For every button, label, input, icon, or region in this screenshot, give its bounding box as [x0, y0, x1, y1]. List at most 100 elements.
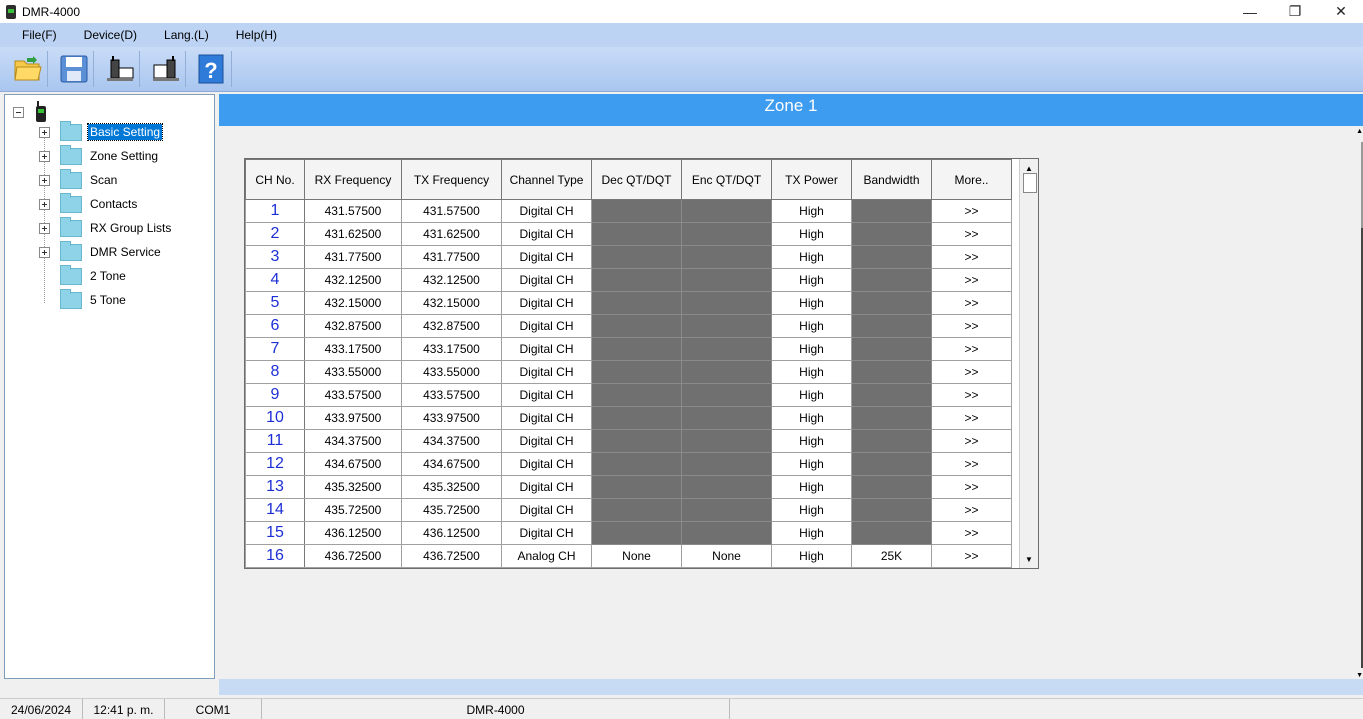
dec-qt-dqt-cell[interactable]: [591, 521, 682, 545]
more-button[interactable]: >>: [931, 199, 1012, 223]
channel-type-cell[interactable]: Digital CH: [501, 475, 592, 499]
channel-type-cell[interactable]: Digital CH: [501, 452, 592, 476]
bandwidth-cell[interactable]: [851, 475, 932, 499]
tx-power-cell[interactable]: High: [771, 245, 852, 269]
tx-frequency-cell[interactable]: 433.55000: [401, 360, 502, 384]
channel-type-cell[interactable]: Digital CH: [501, 406, 592, 430]
menu-file[interactable]: File(F): [22, 28, 57, 42]
enc-qt-dqt-cell[interactable]: [681, 406, 772, 430]
menu-lang[interactable]: Lang.(L): [164, 28, 209, 42]
rx-frequency-cell[interactable]: 436.12500: [304, 521, 402, 545]
read-radio-button[interactable]: [100, 51, 140, 87]
scroll-down-icon[interactable]: ▼: [1020, 550, 1038, 568]
rx-frequency-cell[interactable]: 431.62500: [304, 222, 402, 246]
tx-power-cell[interactable]: High: [771, 337, 852, 361]
tx-frequency-cell[interactable]: 432.12500: [401, 268, 502, 292]
dec-qt-dqt-cell[interactable]: [591, 222, 682, 246]
channel-type-cell[interactable]: Digital CH: [501, 314, 592, 338]
more-button[interactable]: >>: [931, 429, 1012, 453]
rx-frequency-cell[interactable]: 432.15000: [304, 291, 402, 315]
tx-power-cell[interactable]: High: [771, 222, 852, 246]
tx-power-cell[interactable]: High: [771, 291, 852, 315]
bandwidth-cell[interactable]: [851, 314, 932, 338]
rx-frequency-cell[interactable]: 432.12500: [304, 268, 402, 292]
bandwidth-cell[interactable]: [851, 360, 932, 384]
column-header-tx-frequency[interactable]: TX Frequency: [401, 159, 502, 200]
tree-item-scan[interactable]: Scan: [39, 168, 119, 190]
tx-frequency-cell[interactable]: 433.17500: [401, 337, 502, 361]
tx-power-cell[interactable]: High: [771, 360, 852, 384]
bandwidth-cell[interactable]: [851, 429, 932, 453]
more-button[interactable]: >>: [931, 245, 1012, 269]
expand-icon[interactable]: [39, 198, 50, 210]
enc-qt-dqt-cell[interactable]: [681, 245, 772, 269]
tree-item-basic-setting[interactable]: Basic Setting: [39, 120, 164, 142]
tx-frequency-cell[interactable]: 433.57500: [401, 383, 502, 407]
channel-type-cell[interactable]: Digital CH: [501, 383, 592, 407]
channel-type-cell[interactable]: Digital CH: [501, 268, 592, 292]
dec-qt-dqt-cell[interactable]: [591, 452, 682, 476]
tx-frequency-cell[interactable]: 436.12500: [401, 521, 502, 545]
collapse-root-icon[interactable]: [13, 106, 24, 118]
tree-item-5-tone[interactable]: 5 Tone: [39, 288, 128, 310]
column-header-rx-frequency[interactable]: RX Frequency: [304, 159, 402, 200]
tree-item-2-tone[interactable]: 2 Tone: [39, 264, 128, 286]
tx-frequency-cell[interactable]: 431.62500: [401, 222, 502, 246]
bandwidth-cell[interactable]: 25K: [851, 544, 932, 568]
channel-type-cell[interactable]: Digital CH: [501, 429, 592, 453]
more-button[interactable]: >>: [931, 291, 1012, 315]
tx-power-cell[interactable]: High: [771, 199, 852, 223]
rx-frequency-cell[interactable]: 431.77500: [304, 245, 402, 269]
more-button[interactable]: >>: [931, 498, 1012, 522]
panel-scrollbar[interactable]: ▲ ▼: [1356, 128, 1363, 679]
bandwidth-cell[interactable]: [851, 452, 932, 476]
rx-frequency-cell[interactable]: 435.32500: [304, 475, 402, 499]
expand-icon[interactable]: [39, 174, 50, 186]
enc-qt-dqt-cell[interactable]: [681, 521, 772, 545]
bandwidth-cell[interactable]: [851, 337, 932, 361]
dec-qt-dqt-cell[interactable]: [591, 199, 682, 223]
rx-frequency-cell[interactable]: 435.72500: [304, 498, 402, 522]
restore-button[interactable]: ❐: [1272, 0, 1318, 23]
dec-qt-dqt-cell[interactable]: [591, 498, 682, 522]
dec-qt-dqt-cell[interactable]: None: [591, 544, 682, 568]
expand-icon[interactable]: [39, 246, 50, 258]
rx-frequency-cell[interactable]: 433.17500: [304, 337, 402, 361]
rx-frequency-cell[interactable]: 433.57500: [304, 383, 402, 407]
tree-root[interactable]: [13, 101, 48, 123]
channel-type-cell[interactable]: Digital CH: [501, 222, 592, 246]
tx-frequency-cell[interactable]: 432.15000: [401, 291, 502, 315]
tx-frequency-cell[interactable]: 435.32500: [401, 475, 502, 499]
rx-frequency-cell[interactable]: 431.57500: [304, 199, 402, 223]
bandwidth-cell[interactable]: [851, 245, 932, 269]
tx-frequency-cell[interactable]: 432.87500: [401, 314, 502, 338]
enc-qt-dqt-cell[interactable]: None: [681, 544, 772, 568]
more-button[interactable]: >>: [931, 337, 1012, 361]
more-button[interactable]: >>: [931, 222, 1012, 246]
column-header-more[interactable]: More..: [931, 159, 1012, 200]
tx-frequency-cell[interactable]: 431.57500: [401, 199, 502, 223]
tx-frequency-cell[interactable]: 434.67500: [401, 452, 502, 476]
enc-qt-dqt-cell[interactable]: [681, 222, 772, 246]
tx-power-cell[interactable]: High: [771, 452, 852, 476]
enc-qt-dqt-cell[interactable]: [681, 268, 772, 292]
expand-icon[interactable]: [39, 150, 50, 162]
enc-qt-dqt-cell[interactable]: [681, 314, 772, 338]
rx-frequency-cell[interactable]: 433.55000: [304, 360, 402, 384]
dec-qt-dqt-cell[interactable]: [591, 337, 682, 361]
tx-frequency-cell[interactable]: 434.37500: [401, 429, 502, 453]
tx-power-cell[interactable]: High: [771, 429, 852, 453]
channel-type-cell[interactable]: Digital CH: [501, 291, 592, 315]
dec-qt-dqt-cell[interactable]: [591, 291, 682, 315]
enc-qt-dqt-cell[interactable]: [681, 337, 772, 361]
channel-type-cell[interactable]: Digital CH: [501, 360, 592, 384]
dec-qt-dqt-cell[interactable]: [591, 475, 682, 499]
bandwidth-cell[interactable]: [851, 268, 932, 292]
enc-qt-dqt-cell[interactable]: [681, 475, 772, 499]
tx-power-cell[interactable]: High: [771, 268, 852, 292]
enc-qt-dqt-cell[interactable]: [681, 452, 772, 476]
enc-qt-dqt-cell[interactable]: [681, 429, 772, 453]
channel-type-cell[interactable]: Digital CH: [501, 521, 592, 545]
enc-qt-dqt-cell[interactable]: [681, 498, 772, 522]
panel-scroll-down-icon[interactable]: ▼: [1356, 672, 1363, 679]
